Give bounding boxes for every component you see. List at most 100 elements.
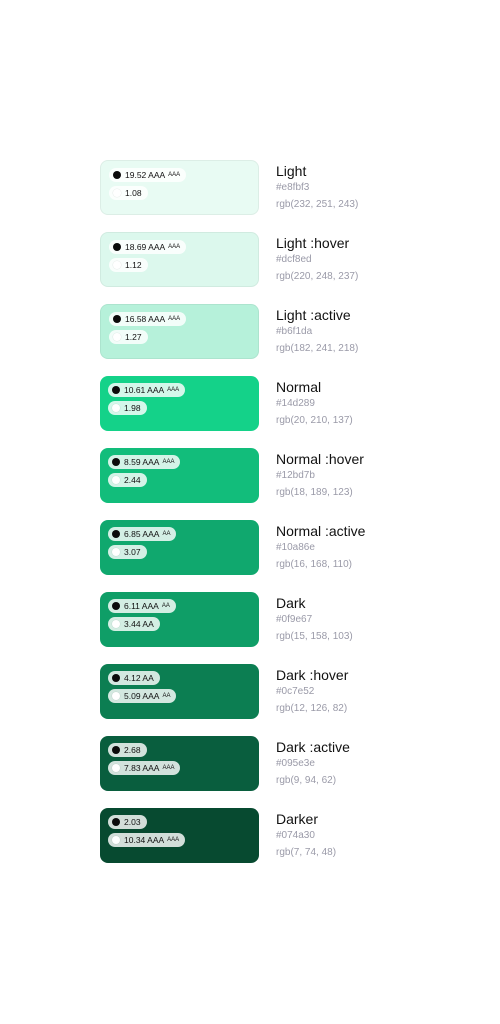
swatch-rgb[interactable]: rgb(182, 241, 218) [276, 342, 358, 356]
black-dot-icon [112, 602, 120, 610]
swatch-hex[interactable]: #074a30 [276, 829, 336, 843]
white-dot-icon [113, 261, 121, 269]
white-dot-icon [112, 548, 120, 556]
contrast-ratio: 6.11 AAA [124, 601, 159, 611]
color-swatch[interactable]: 18.69 AAA AAA 1.12 [100, 232, 259, 287]
black-dot-icon [113, 171, 121, 179]
contrast-pill-black: 10.61 AAA AAA [108, 383, 186, 397]
swatch-info: Light :active #b6f1da rgb(182, 241, 218) [276, 306, 358, 356]
black-dot-icon [112, 458, 120, 466]
swatch-hex[interactable]: #e8fbf3 [276, 181, 358, 195]
contrast-ratio: 5.09 AAA [124, 691, 160, 701]
contrast-ratio: 1.08 [125, 188, 142, 198]
color-swatch[interactable]: 6.85 AAA AA 3.07 [100, 520, 259, 575]
swatch-hex[interactable]: #b6f1da [276, 325, 358, 339]
swatch-row-light: 19.52 AAA AAA 1.08 Light #e8fbf3 rgb(232… [100, 160, 400, 216]
swatch-hex[interactable]: #12bd7b [276, 469, 364, 483]
contrast-pill-black: 4.12 AA [108, 671, 160, 685]
white-dot-icon [113, 189, 121, 197]
contrast-badge: AAA [167, 837, 180, 843]
contrast-badge: AA [161, 603, 170, 609]
swatch-hex[interactable]: #095e3e [276, 757, 350, 771]
contrast-ratio: 16.58 AAA [125, 314, 166, 324]
swatch-hex[interactable]: #0c7e52 [276, 685, 348, 699]
swatch-info: Dark :hover #0c7e52 rgb(12, 126, 82) [276, 666, 348, 716]
color-swatch[interactable]: 2.03 10.34 AAA AAA [100, 808, 259, 863]
swatch-rgb[interactable]: rgb(16, 168, 110) [276, 558, 365, 572]
contrast-ratio: 2.03 [124, 817, 141, 827]
swatch-rgb[interactable]: rgb(220, 248, 237) [276, 270, 358, 284]
color-swatch[interactable]: 19.52 AAA AAA 1.08 [100, 160, 259, 215]
contrast-ratio: 18.69 AAA [125, 242, 166, 252]
contrast-pill-black: 6.85 AAA AA [108, 527, 177, 541]
contrast-pill-black: 2.03 [108, 815, 147, 829]
color-swatch[interactable]: 16.58 AAA AAA 1.27 [100, 304, 259, 359]
contrast-pill-white: 1.12 [109, 258, 148, 272]
color-swatch[interactable]: 4.12 AA 5.09 AAA AA [100, 664, 259, 719]
color-swatch[interactable]: 6.11 AAA AA 3.44 AA [100, 592, 259, 647]
contrast-ratio: 1.98 [124, 403, 141, 413]
color-swatch[interactable]: 8.59 AAA AAA 2.44 [100, 448, 259, 503]
swatch-name: Normal [276, 379, 322, 395]
swatch-rgb[interactable]: rgb(9, 94, 62) [276, 774, 350, 788]
swatch-row-dark: 6.11 AAA AA 3.44 AA Dark #0f9e67 rgb(15,… [100, 592, 400, 648]
swatch-row-light-hover: 18.69 AAA AAA 1.12 Light :hover #dcf8ed … [100, 232, 400, 288]
swatch-name: Light [276, 163, 307, 179]
swatch-rgb[interactable]: rgb(12, 126, 82) [276, 702, 348, 716]
white-dot-icon [112, 476, 120, 484]
contrast-ratio: 19.52 AAA [125, 170, 166, 180]
contrast-pill-white: 3.07 [108, 545, 147, 559]
contrast-badge: AAA [162, 765, 175, 771]
contrast-ratio: 2.68 [124, 745, 141, 755]
swatch-name: Darker [276, 811, 319, 827]
swatch-info: Dark :active #095e3e rgb(9, 94, 62) [276, 738, 350, 788]
contrast-pill-white: 5.09 AAA AA [108, 689, 177, 703]
swatch-rgb[interactable]: rgb(18, 189, 123) [276, 486, 364, 500]
swatch-rgb[interactable]: rgb(7, 74, 48) [276, 846, 336, 860]
contrast-ratio: 1.27 [125, 332, 142, 342]
contrast-badge: AA [162, 531, 171, 537]
swatch-name: Light :active [276, 307, 351, 323]
contrast-ratio: 1.12 [125, 260, 142, 270]
swatch-name: Dark :active [276, 739, 350, 755]
white-dot-icon [113, 333, 121, 341]
swatch-info: Dark #0f9e67 rgb(15, 158, 103) [276, 594, 353, 644]
contrast-pill-white: 1.27 [109, 330, 148, 344]
contrast-ratio: 10.34 AAA [124, 835, 165, 845]
contrast-pill-white: 2.44 [108, 473, 147, 487]
swatch-info: Normal :active #10a86e rgb(16, 168, 110) [276, 522, 365, 572]
color-swatch[interactable]: 10.61 AAA AAA 1.98 [100, 376, 259, 431]
contrast-pill-black: 2.68 [108, 743, 147, 757]
swatch-rgb[interactable]: rgb(20, 210, 137) [276, 414, 353, 428]
contrast-badge: AA [162, 693, 171, 699]
contrast-ratio: 3.44 AA [124, 619, 154, 629]
contrast-pill-black: 19.52 AAA AAA [109, 168, 187, 182]
white-dot-icon [112, 404, 120, 412]
swatch-name: Dark [276, 595, 306, 611]
swatch-hex[interactable]: #0f9e67 [276, 613, 353, 627]
color-swatch[interactable]: 2.68 7.83 AAA AAA [100, 736, 259, 791]
swatch-hex[interactable]: #10a86e [276, 541, 365, 555]
contrast-badge: AAA [168, 172, 181, 178]
black-dot-icon [112, 530, 120, 538]
contrast-badge: AAA [162, 459, 175, 465]
swatch-hex[interactable]: #dcf8ed [276, 253, 358, 267]
swatch-row-normal-active: 6.85 AAA AA 3.07 Normal :active #10a86e … [100, 520, 400, 576]
contrast-ratio: 2.44 [124, 475, 141, 485]
swatch-row-light-active: 16.58 AAA AAA 1.27 Light :active #b6f1da… [100, 304, 400, 360]
contrast-ratio: 10.61 AAA [124, 385, 165, 395]
swatch-row-dark-active: 2.68 7.83 AAA AAA Dark :active #095e3e r… [100, 736, 400, 792]
white-dot-icon [112, 692, 120, 700]
contrast-pill-black: 18.69 AAA AAA [109, 240, 187, 254]
contrast-pill-white: 3.44 AA [108, 617, 160, 631]
swatch-info: Light #e8fbf3 rgb(232, 251, 243) [276, 162, 358, 212]
swatch-info: Darker #074a30 rgb(7, 74, 48) [276, 810, 336, 860]
swatch-name: Normal :hover [276, 451, 364, 467]
swatch-row-normal-hover: 8.59 AAA AAA 2.44 Normal :hover #12bd7b … [100, 448, 400, 504]
swatch-name: Light :hover [276, 235, 350, 251]
swatch-rgb[interactable]: rgb(15, 158, 103) [276, 630, 353, 644]
contrast-pill-white: 7.83 AAA AAA [108, 761, 181, 775]
swatch-info: Normal #14d289 rgb(20, 210, 137) [276, 378, 353, 428]
swatch-hex[interactable]: #14d289 [276, 397, 353, 411]
swatch-rgb[interactable]: rgb(232, 251, 243) [276, 198, 358, 212]
